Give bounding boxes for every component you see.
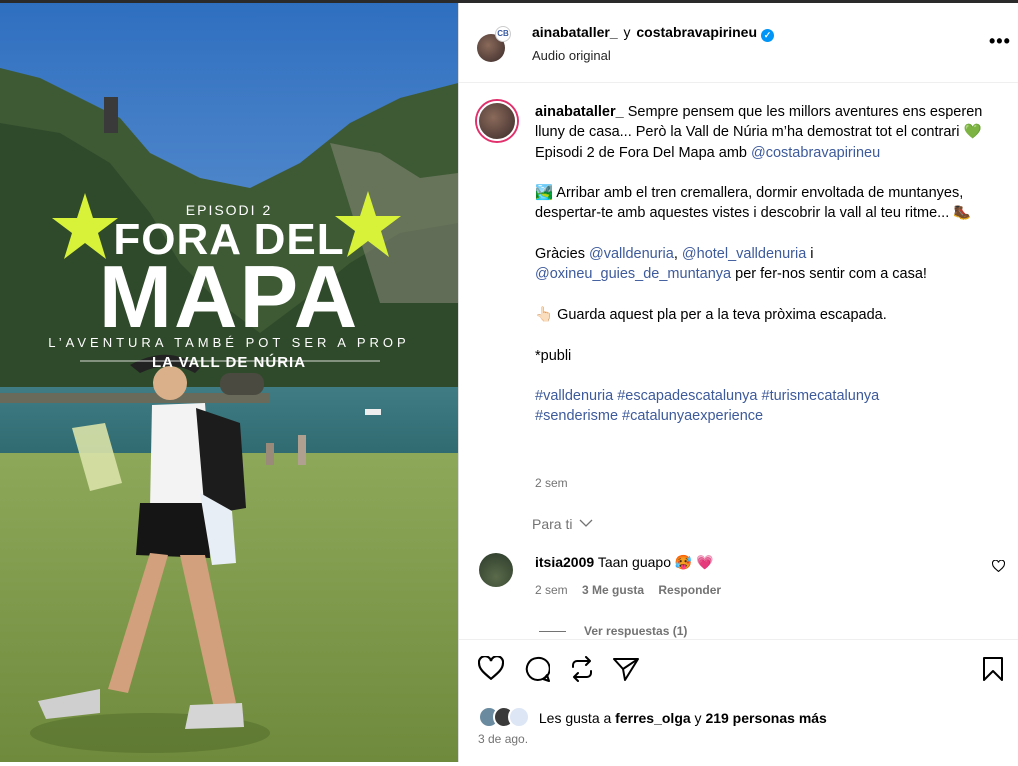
likes-prefix: Les gusta a	[538, 710, 612, 726]
mention-hotel-valldenuria[interactable]: @hotel_valldenuria	[682, 246, 806, 262]
reply-button[interactable]: Responder	[658, 583, 721, 597]
mention-costabravapirineu[interactable]: @costabravapirineu	[751, 145, 880, 161]
likes-joiner: y	[694, 710, 702, 726]
mention-oxineu[interactable]: @oxineu_guies_de_muntanya	[535, 266, 731, 282]
post-actions: Les gusta a ferres_olga y 219 personas m…	[459, 639, 1018, 766]
author-names: ainabataller_ y costabravapirineu ✓	[532, 24, 774, 42]
caption-line2: Episodi 2 de Fora Del Mapa amb	[535, 144, 751, 161]
post-sidebar: CB ainabataller_ y costabravapirineu ✓ Au…	[458, 3, 1018, 762]
author-link[interactable]: ainabataller_	[532, 24, 618, 40]
heart-icon[interactable]	[478, 656, 504, 680]
post-header: CB ainabataller_ y costabravapirineu ✓ Au…	[459, 3, 1018, 83]
hashtags-line2[interactable]: #senderisme #catalunyaexperience	[535, 406, 990, 426]
share-icon[interactable]	[612, 656, 640, 682]
hashtags-line1[interactable]: #valldenuria #escapadescatalunya #turism…	[535, 386, 990, 406]
comment-icon[interactable]	[524, 656, 550, 682]
liker-avatar-3	[508, 706, 530, 728]
verified-icon: ✓	[761, 29, 774, 42]
comment-like-icon[interactable]	[992, 560, 1005, 572]
comment-text: itsia2009 Taan guapo 🥵 💗	[535, 554, 714, 571]
repost-icon[interactable]	[569, 656, 595, 682]
author-joiner: y	[623, 24, 631, 40]
mention-valldenuria[interactable]: @valldenuria	[589, 246, 674, 262]
caption-author[interactable]: ainabataller_	[535, 104, 624, 120]
title-main: MAPA	[98, 247, 360, 346]
thanks-post: per fer-nos sentir com a casa!	[731, 266, 927, 283]
chevron-down-icon	[579, 519, 593, 527]
para-ti-dropdown[interactable]: Para ti	[532, 516, 593, 532]
liker-name[interactable]: ferres_olga	[615, 710, 690, 726]
save-icon[interactable]	[982, 656, 1004, 682]
comment-time: 2 sem	[535, 583, 568, 597]
para-ti-label: Para ti	[532, 516, 573, 532]
caption-save: 👆🏻 Guarda aquest pla per a la teva pròxi…	[535, 306, 887, 323]
thanks-sep: ,	[673, 246, 682, 263]
audio-link[interactable]: Audio original	[532, 48, 611, 63]
caption-time: 2 sem	[535, 476, 568, 490]
commenter-avatar[interactable]	[479, 553, 513, 587]
caption-publi: *publi	[535, 347, 572, 364]
coauthor-link[interactable]: costabravapirineu	[636, 24, 757, 40]
post-media[interactable]: EPISODI 2 FORA DEL MAPA L’AVENTURA TAMBÉ…	[0, 3, 458, 762]
caption-text: ainabataller_ Sempre pensem que les mill…	[535, 102, 990, 427]
post-date: 3 de ago.	[478, 732, 529, 746]
view-replies-label: Ver respuestas (1)	[584, 624, 688, 638]
comment-body: Taan guapo 🥵 💗	[597, 554, 714, 570]
commenter-name[interactable]: itsia2009	[535, 554, 594, 570]
more-options-icon[interactable]: •••	[989, 31, 1011, 52]
likes-summary[interactable]: Les gusta a ferres_olga y 219 personas m…	[478, 706, 827, 728]
coauthor-avatar[interactable]: CB	[495, 26, 511, 42]
likes-others[interactable]: 219 personas más	[705, 710, 826, 726]
location-label: LA VALL DE NÚRIA	[151, 354, 307, 371]
comment-likes[interactable]: 3 Me gusta	[582, 583, 644, 597]
tagline: L’AVENTURA TAMBÉ POT SER A PROP	[48, 335, 410, 350]
caption-avatar[interactable]	[477, 101, 517, 141]
comment-meta: 2 sem 3 Me gusta Responder	[535, 583, 732, 597]
view-replies-button[interactable]: Ver respuestas (1)	[539, 624, 687, 638]
replies-divider	[539, 631, 566, 633]
thanks-pre: Gràcies	[535, 246, 589, 263]
media-scene	[0, 3, 458, 762]
thanks-and: i	[806, 246, 814, 263]
caption-line3: 🏞️ Arribar amb el tren cremallera, dormi…	[535, 185, 972, 222]
